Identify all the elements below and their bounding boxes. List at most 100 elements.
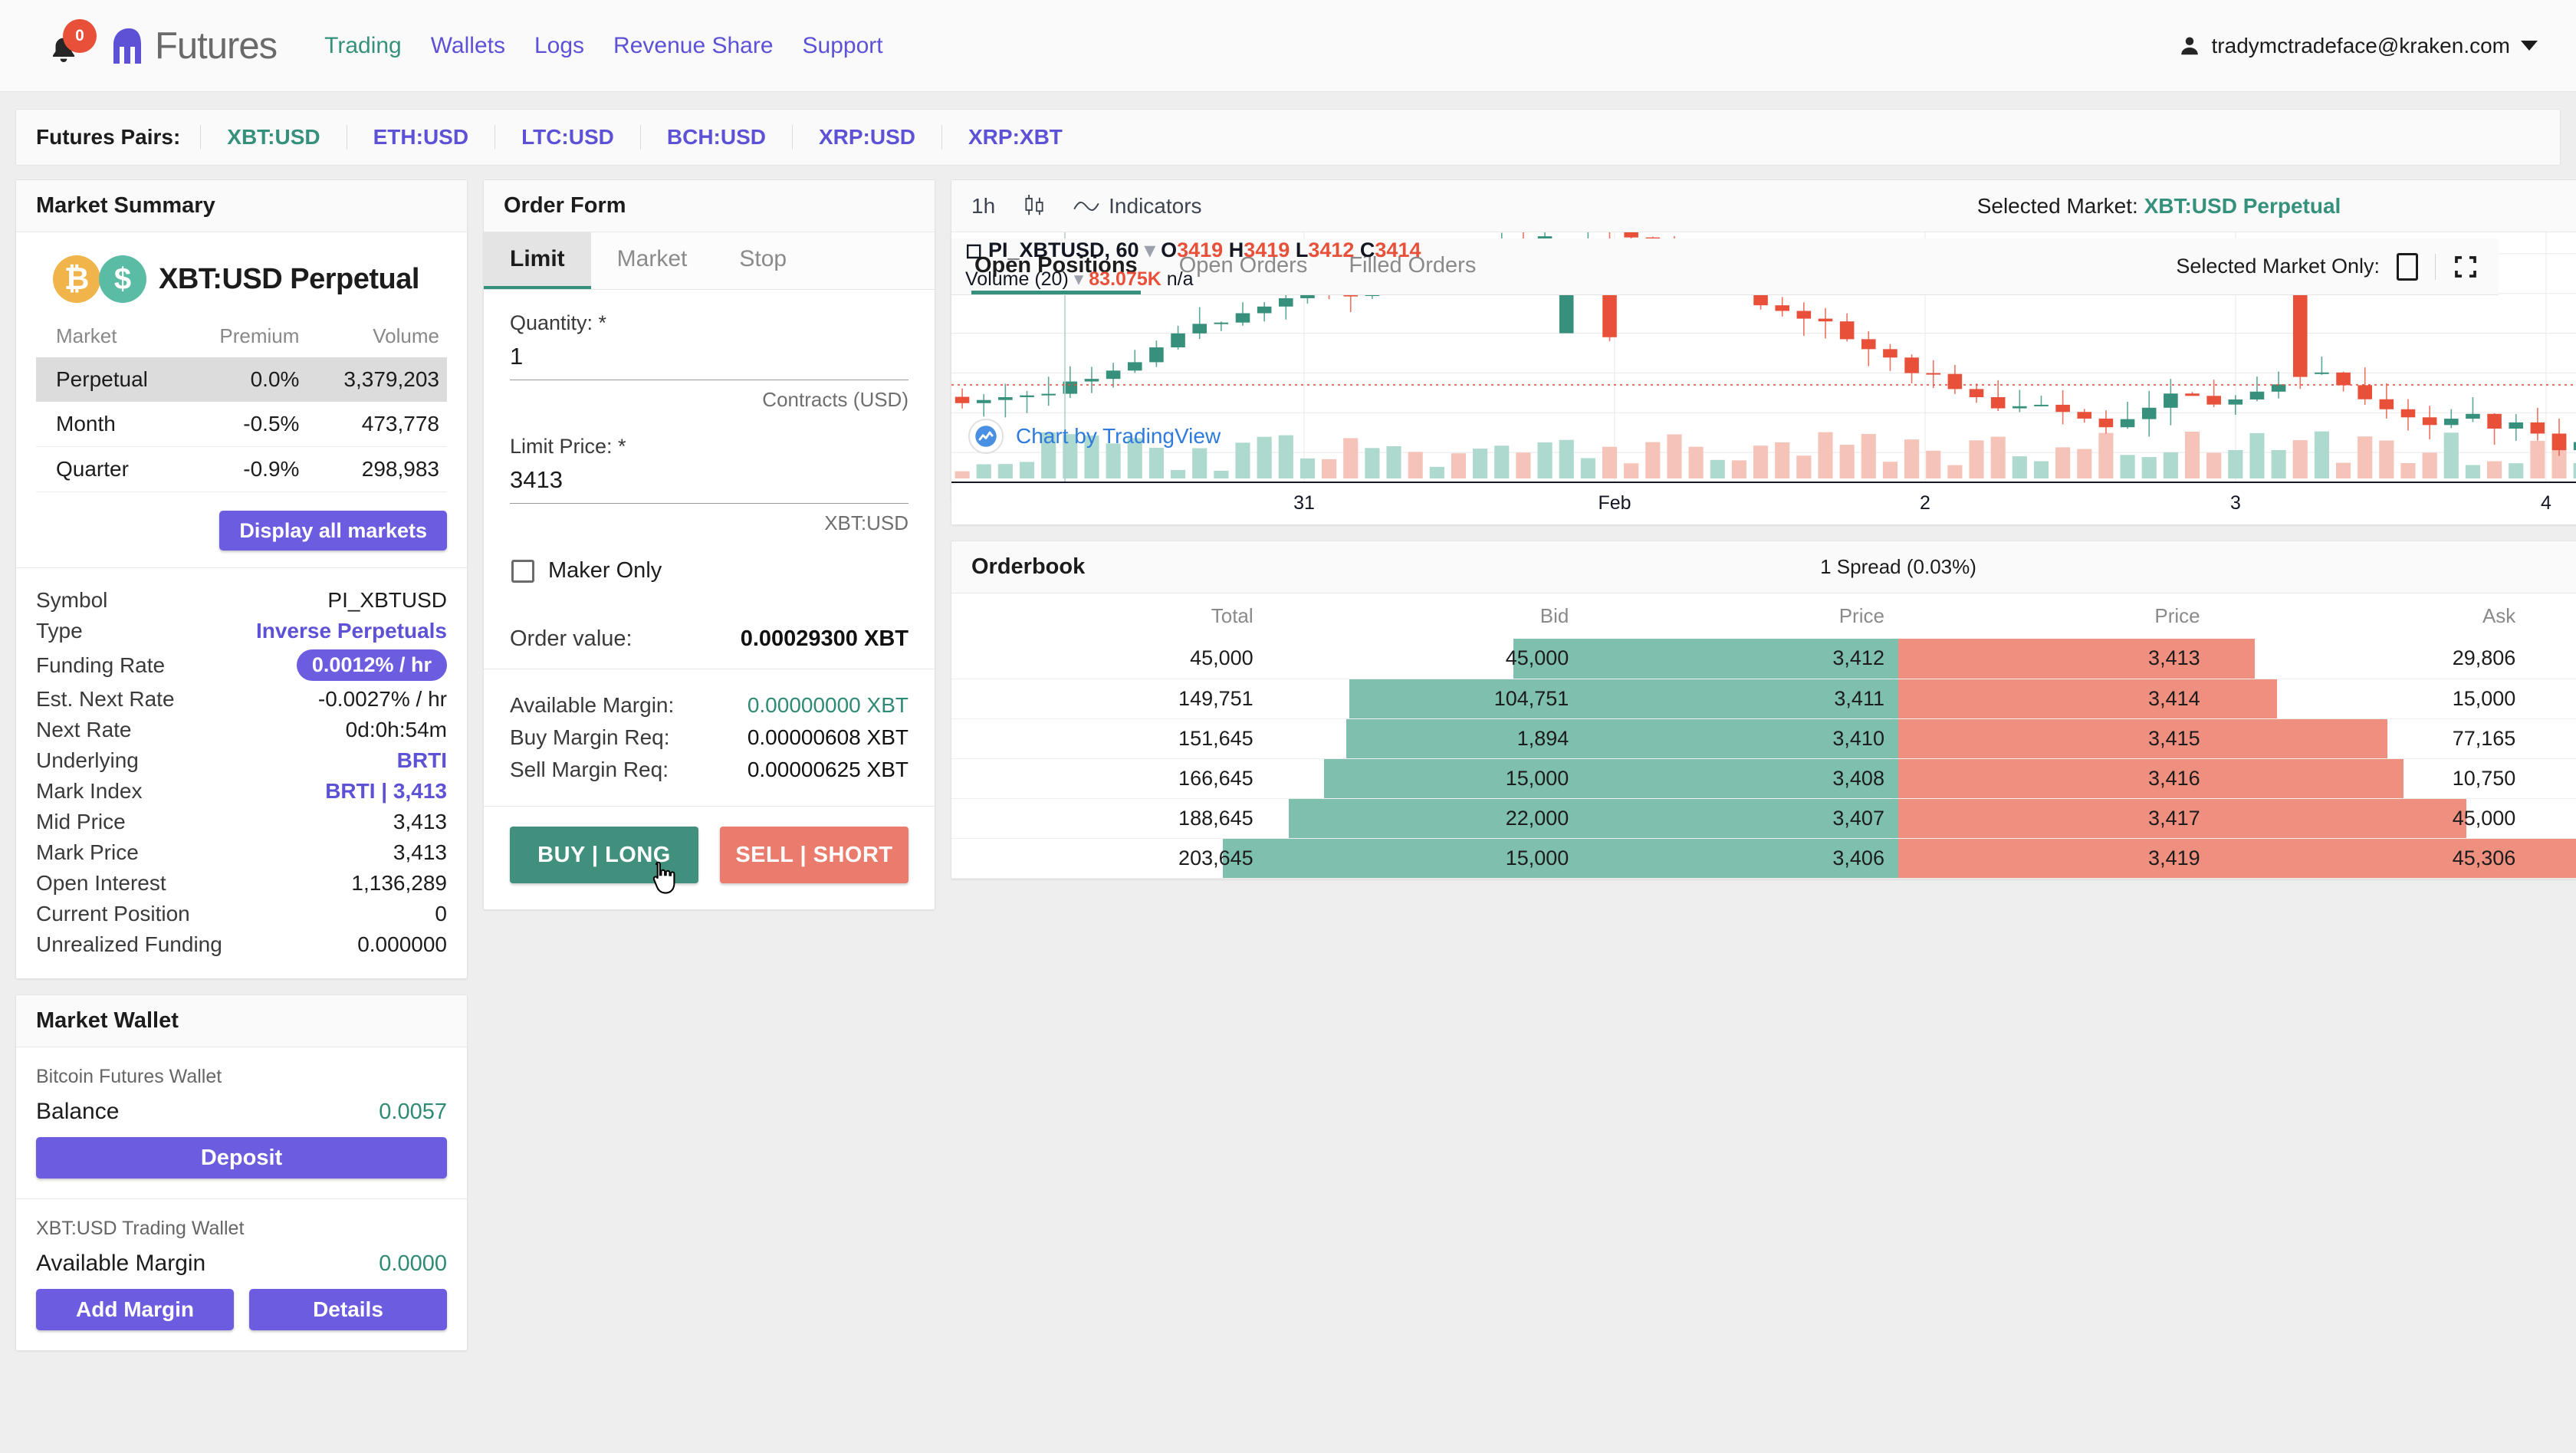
table-cell: 3,406: [1582, 838, 1898, 879]
order-value-row: Order value: 0.00029300 XBT: [510, 626, 909, 669]
tab-market[interactable]: Market: [591, 232, 714, 289]
wallet-details-button[interactable]: Details: [249, 1289, 447, 1330]
maker-only-checkbox[interactable]: [511, 559, 534, 583]
quantity-label: Quantity: *: [510, 311, 607, 334]
pair-eth-usd[interactable]: ETH:USD: [346, 125, 495, 150]
brand-logo[interactable]: Futures: [109, 25, 278, 67]
notifications-button[interactable]: 0: [35, 18, 97, 74]
table-cell: 45,000: [951, 639, 1267, 679]
table-row[interactable]: 45,00045,0003,4123,41329,80629,806: [951, 639, 2576, 679]
market-volume: 473,778: [307, 402, 447, 447]
main-nav-links: Trading Wallets Logs Revenue Share Suppo…: [324, 33, 882, 59]
pair-bch-usd[interactable]: BCH:USD: [639, 125, 792, 150]
deposit-button[interactable]: Deposit: [36, 1137, 447, 1179]
legend-low-value: 3412: [1308, 238, 1355, 261]
tab-limit[interactable]: Limit: [484, 232, 591, 289]
market-summary-header: Market Summary: [16, 180, 467, 232]
table-cell: 3,407: [1582, 798, 1898, 839]
table-row[interactable]: Month -0.5% 473,778: [36, 402, 447, 447]
detail-value[interactable]: BRTI | 3,413: [325, 779, 447, 804]
table-row[interactable]: 151,6451,8943,4103,41577,165121,971: [951, 718, 2576, 759]
time-tick: 3: [2230, 492, 2241, 514]
table-cell: 3,411: [1582, 679, 1898, 719]
selected-market-only-checkbox[interactable]: [2397, 252, 2418, 281]
nav-link-revenue-share[interactable]: Revenue Share: [613, 33, 773, 59]
divider: [2435, 253, 2436, 280]
market-name: Perpetual: [36, 357, 187, 402]
table-row[interactable]: 149,751104,7513,4113,41415,00044,806: [951, 679, 2576, 719]
chart-selected-market: Selected Market: XBT:USD Perpetual: [1977, 194, 2341, 219]
table-cell: 15,000: [2213, 679, 2530, 719]
detail-label: Current Position: [36, 902, 190, 925]
pair-ltc-usd[interactable]: LTC:USD: [495, 125, 640, 150]
chart-time-axis[interactable]: 31 Feb 2 3 4 5 18:00: [951, 482, 2576, 524]
detail-label: Unrealized Funding: [36, 932, 222, 956]
sell-margin-req-row: Sell Margin Req: 0.00000625 XBT: [510, 754, 909, 786]
order-type-tabs: Limit Market Stop: [484, 232, 935, 290]
user-account-menu[interactable]: tradymctradeface@kraken.com: [2178, 34, 2538, 58]
table-cell: 45,000: [2213, 798, 2530, 839]
table-row[interactable]: Perpetual 0.0% 3,379,203: [36, 357, 447, 402]
positions-fullscreen-icon[interactable]: [2453, 254, 2479, 280]
table-cell: 104,751: [1267, 679, 1583, 719]
selected-market-label: Selected Market:: [1976, 193, 2138, 218]
table-row[interactable]: 166,64515,0003,4083,41610,750132,721: [951, 758, 2576, 799]
table-cell: 3,415: [1898, 718, 2214, 759]
chart-indicators-label: Indicators: [1109, 193, 1202, 218]
limit-price-input[interactable]: [510, 463, 909, 504]
table-cell: 188,645: [951, 798, 1267, 839]
table-cell: 177,721: [2529, 798, 2576, 839]
maker-only-label: Maker Only: [548, 558, 662, 583]
table-cell: 3,412: [1582, 639, 1898, 679]
market-wallet-panel: Market Wallet Bitcoin Futures Wallet Bal…: [15, 994, 468, 1351]
maker-only-checkbox-row[interactable]: Maker Only: [511, 558, 909, 584]
order-value-label: Order value:: [510, 626, 632, 651]
tab-stop[interactable]: Stop: [713, 232, 813, 289]
pair-xrp-usd[interactable]: XRP:USD: [791, 125, 941, 150]
nav-link-trading[interactable]: Trading: [324, 33, 402, 59]
available-margin-value: 0.00000000 XBT: [747, 693, 909, 717]
add-margin-button[interactable]: Add Margin: [36, 1289, 234, 1330]
chart-indicators-button[interactable]: Indicators: [1073, 193, 1202, 219]
balance-label: Balance: [36, 1099, 120, 1124]
nav-link-support[interactable]: Support: [803, 33, 883, 59]
volume-value: 83.075K: [1089, 268, 1162, 290]
nav-link-logs[interactable]: Logs: [534, 33, 584, 59]
detail-label: Next Rate: [36, 718, 132, 741]
detail-current-position: Current Position 0: [36, 899, 447, 929]
market-volume: 298,983: [307, 446, 447, 492]
table-row[interactable]: Quarter -0.9% 298,983: [36, 446, 447, 492]
quantity-input[interactable]: [510, 340, 909, 380]
detail-value[interactable]: Inverse Perpetuals: [256, 619, 447, 643]
table-row[interactable]: 188,64522,0003,4073,41745,000177,721: [951, 798, 2576, 839]
limit-price-hint: XBT:USD: [824, 511, 909, 534]
market-premium: 0.0%: [186, 357, 307, 402]
pair-xrp-xbt[interactable]: XRP:XBT: [941, 125, 1089, 150]
legend-close-label: C: [1359, 238, 1375, 261]
chart-interval-button[interactable]: 1h: [971, 194, 995, 219]
detail-type: Type Inverse Perpetuals: [36, 616, 447, 646]
col-volume: Volume: [373, 324, 439, 347]
sell-short-button[interactable]: SELL | SHORT: [720, 827, 909, 883]
chart-type-candles-button[interactable]: [1023, 193, 1046, 219]
order-margin-summary: Available Margin: 0.00000000 XBT Buy Mar…: [484, 669, 935, 806]
chevron-down-icon: [2521, 41, 2538, 51]
tradingview-credit[interactable]: Chart by TradingView: [968, 419, 1221, 454]
order-form-title: Order Form: [504, 193, 626, 218]
tradingview-credit-text: Chart by TradingView: [1016, 424, 1221, 448]
display-all-markets-button[interactable]: Display all markets: [219, 511, 447, 551]
table-cell: 77,165: [2213, 718, 2530, 759]
buy-margin-req-label: Buy Margin Req:: [510, 725, 670, 749]
limit-price-label: Limit Price: *: [510, 435, 626, 458]
instrument-name: XBT:USD Perpetual: [159, 262, 419, 295]
table-row[interactable]: 203,64515,0003,4063,41945,306223,027: [951, 838, 2576, 879]
pair-xbt-usd[interactable]: XBT:USD: [200, 125, 346, 150]
col-market: Market: [56, 324, 117, 347]
bitcoin-futures-wallet-section: Bitcoin Futures Wallet Balance 0.0057 De…: [16, 1047, 467, 1198]
time-tick: 31: [1293, 492, 1315, 514]
nav-link-wallets[interactable]: Wallets: [431, 33, 505, 59]
table-cell: 3,416: [1898, 758, 2214, 799]
legend-low-label: L: [1295, 238, 1309, 261]
buy-margin-req-row: Buy Margin Req: 0.00000608 XBT: [510, 722, 909, 754]
detail-value[interactable]: BRTI: [397, 748, 447, 773]
